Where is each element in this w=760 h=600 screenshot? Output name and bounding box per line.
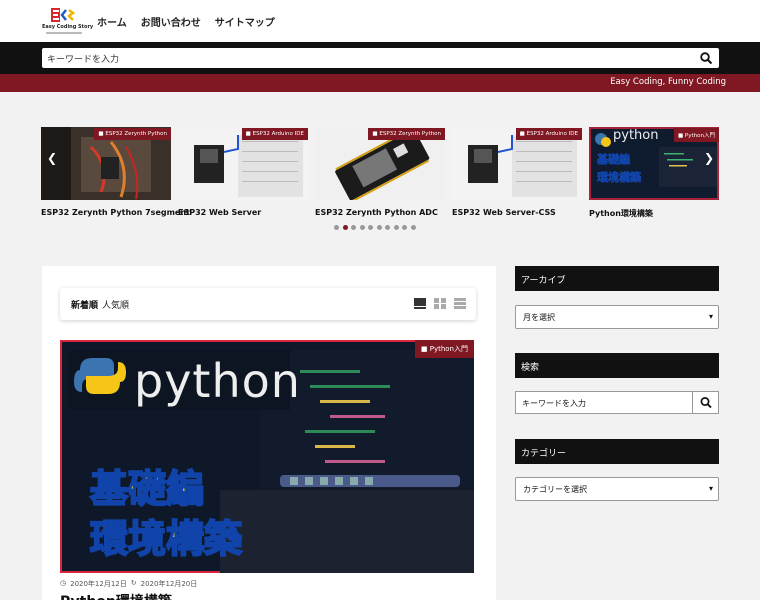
sort-tabs: 新着順 人気順: [60, 288, 476, 320]
sidebar-search-placeholder: キーワードを入力: [522, 399, 586, 408]
logo-mark-icon: [51, 8, 76, 22]
carousel-dot[interactable]: [402, 225, 407, 230]
featured-carousel: ■ ESP32 Zerynth Python ESP32 Zerynth Pyt…: [41, 127, 719, 237]
logo-text: Easy Coding Story: [42, 24, 94, 30]
published-date: 2020年12月12日: [70, 580, 127, 588]
tagline: Easy Coding, Funny Coding: [610, 77, 726, 87]
sidebar-search-input[interactable]: キーワードを入力: [515, 391, 719, 414]
slide-title[interactable]: ESP32 Web Server: [178, 208, 261, 217]
view-grid-icon[interactable]: [434, 298, 446, 309]
carousel-slide[interactable]: ■ ESP32 Arduino IDE ESP32 Web Server: [178, 127, 308, 217]
category-select[interactable]: カテゴリーを選択 ▾: [515, 477, 719, 501]
carousel-slide[interactable]: python 基礎編 環境構築 ■ Python入門 Python環境構築: [589, 127, 719, 218]
slide-title[interactable]: ESP32 Zerynth Python 7segment: [41, 208, 190, 217]
search-heading: 検索: [515, 353, 719, 378]
clock-icon: ◷: [60, 579, 67, 587]
thumb-overlay-line1: 基礎編: [597, 153, 631, 167]
carousel-dot[interactable]: [334, 225, 339, 230]
site-header: Easy Coding Story ホーム お問い合わせ サイトマップ: [0, 0, 760, 42]
slide-thumbnail: ■ ESP32 Arduino IDE: [178, 127, 308, 200]
logo-underline: [46, 32, 82, 34]
header-search-bar: キーワードを入力: [0, 42, 760, 74]
chevron-down-icon: ▾: [708, 312, 713, 321]
post-list: 新着順 人気順 python 基礎編 環境構築 ■ Python入門 ◷ 202…: [42, 266, 496, 600]
carousel-dot[interactable]: [351, 225, 356, 230]
slide-category-badge[interactable]: ■ ESP32 Zerynth Python: [94, 128, 171, 140]
category-select-value: カテゴリーを選択: [523, 485, 587, 494]
slide-category-label: Python入門: [684, 133, 715, 139]
slide-category-badge[interactable]: ■ ESP32 Arduino IDE: [241, 128, 308, 140]
slide-thumbnail: python 基礎編 環境構築 ■ Python入門: [589, 127, 719, 200]
thumb-python-text: python: [613, 128, 659, 143]
refresh-icon: ↻: [130, 579, 137, 587]
carousel-dot[interactable]: [359, 225, 365, 230]
archive-select-value: 月を選択: [523, 313, 555, 322]
tagline-bar: Easy Coding, Funny Coding: [0, 74, 760, 92]
view-list-icon[interactable]: [454, 298, 466, 309]
featured-category-label: Python入門: [429, 345, 468, 353]
carousel-dot[interactable]: [342, 225, 348, 230]
carousel-slide[interactable]: ■ ESP32 Zerynth Python ESP32 Zerynth Pyt…: [315, 127, 445, 217]
slide-title[interactable]: Python環境構築: [589, 208, 653, 219]
carousel-next-arrow-icon[interactable]: ❯: [703, 150, 715, 166]
slide-title[interactable]: ESP32 Zerynth Python ADC: [315, 208, 438, 217]
carousel-dot[interactable]: [410, 225, 416, 230]
featured-overlay-line1: 基礎編: [89, 466, 205, 512]
slide-category-label: ESP32 Arduino IDE: [526, 131, 578, 137]
thumb-overlay-line2: 環境構築: [597, 171, 642, 185]
header-search-placeholder: キーワードを入力: [47, 55, 120, 65]
archive-select[interactable]: 月を選択 ▾: [515, 305, 719, 329]
featured-category-badge[interactable]: ■ Python入門: [414, 340, 474, 358]
slide-thumbnail: ■ ESP32 Zerynth Python: [315, 127, 445, 200]
nav-home[interactable]: ホーム: [97, 14, 127, 29]
featured-post-image[interactable]: python 基礎編 環境構築 ■ Python入門: [60, 340, 474, 573]
slide-category-label: ESP32 Arduino IDE: [252, 131, 304, 137]
category-heading: カテゴリー: [515, 439, 719, 464]
search-icon[interactable]: [699, 51, 713, 65]
slide-category-label: ESP32 Zerynth Python: [105, 131, 167, 137]
carousel-dot[interactable]: [393, 225, 399, 230]
view-large-icon[interactable]: [414, 298, 426, 309]
carousel-prev-arrow-icon[interactable]: ❮: [46, 150, 58, 166]
slide-category-badge[interactable]: ■ Python入門: [673, 128, 719, 142]
carousel-dot[interactable]: [368, 225, 373, 230]
slide-title[interactable]: ESP32 Web Server-CSS: [452, 208, 556, 217]
slide-thumbnail: ■ ESP32 Zerynth Python: [41, 127, 171, 200]
slide-category-badge[interactable]: ■ ESP32 Arduino IDE: [515, 128, 582, 140]
search-icon: [700, 397, 712, 409]
carousel-dot[interactable]: [385, 225, 390, 230]
carousel-slide[interactable]: ■ ESP32 Zerynth Python ESP32 Zerynth Pyt…: [41, 127, 190, 217]
view-switcher: [414, 298, 466, 309]
main-nav: ホーム お問い合わせ サイトマップ: [97, 14, 275, 29]
slide-category-label: ESP32 Zerynth Python: [379, 131, 441, 137]
slide-category-badge[interactable]: ■ ESP32 Zerynth Python: [368, 128, 445, 140]
updated-date: 2020年12月20日: [140, 580, 198, 588]
site-logo[interactable]: Easy Coding Story: [42, 7, 94, 37]
featured-overlay-line2: 環境構築: [89, 516, 243, 562]
archive-heading: アーカイブ: [515, 266, 719, 291]
nav-sitemap[interactable]: サイトマップ: [215, 14, 275, 29]
slide-thumbnail: ■ ESP32 Arduino IDE: [452, 127, 582, 200]
sidebar-search-button[interactable]: [692, 392, 718, 413]
header-search-input[interactable]: キーワードを入力: [42, 48, 719, 68]
tab-popular[interactable]: 人気順: [102, 298, 129, 311]
post-title[interactable]: Python環境構築: [60, 591, 172, 600]
post-dates: ◷ 2020年12月12日 ↻ 2020年12月20日: [60, 579, 197, 589]
featured-python-logo-text: python: [134, 354, 301, 408]
chevron-down-icon: ▾: [708, 484, 713, 493]
nav-contact[interactable]: お問い合わせ: [141, 14, 201, 29]
carousel-slide[interactable]: ■ ESP32 Arduino IDE ESP32 Web Server-CSS: [452, 127, 582, 217]
carousel-dot[interactable]: [376, 225, 382, 230]
carousel-dots: [334, 225, 416, 230]
tab-newest[interactable]: 新着順: [71, 298, 98, 311]
